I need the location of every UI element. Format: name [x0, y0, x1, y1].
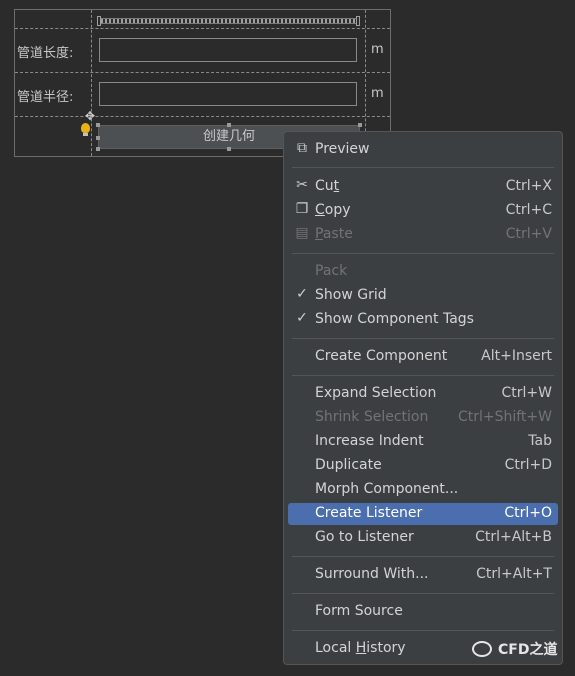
pipe-length-unit: m	[371, 42, 384, 57]
menu-item-duplicate[interactable]: Duplicate Ctrl+D	[288, 455, 558, 477]
menu-separator	[292, 630, 554, 631]
copy-icon: ❐	[295, 201, 309, 217]
scissors-icon: ✂	[296, 177, 308, 193]
pipe-length-label: 管道长度:	[17, 46, 74, 61]
pipe-length-field[interactable]	[99, 38, 357, 62]
menu-item-shrink-selection[interactable]: Shrink Selection Ctrl+Shift+W	[288, 407, 558, 429]
menu-item-surround-with[interactable]: Surround With... Ctrl+Alt+T	[288, 564, 558, 586]
checkmark-icon: ✓	[296, 310, 308, 326]
paste-icon: ▤	[295, 225, 309, 241]
preview-icon: ⧉	[297, 140, 307, 156]
selection-handle[interactable]	[96, 123, 100, 127]
checkmark-icon: ✓	[296, 286, 308, 302]
grid-row-line	[15, 28, 390, 29]
pipe-radius-label: 管道半径:	[17, 90, 74, 105]
selection-handle[interactable]	[227, 123, 231, 127]
menu-item-show-grid[interactable]: ✓ Show Grid	[288, 285, 558, 307]
menu-item-form-source[interactable]: Form Source	[288, 601, 558, 623]
menu-item-preview[interactable]: ⧉ Preview	[288, 139, 558, 161]
move-handle-icon[interactable]: ✥	[85, 109, 95, 123]
menu-separator	[292, 253, 554, 254]
menu-item-copy[interactable]: ❐ Copy Ctrl+C	[288, 200, 558, 222]
selection-handle[interactable]	[358, 123, 362, 127]
menu-item-create-listener[interactable]: Create Listener Ctrl+O	[288, 503, 558, 525]
menu-item-expand-selection[interactable]: Expand Selection Ctrl+W	[288, 383, 558, 405]
menu-item-create-component[interactable]: Create Component Alt+Insert	[288, 346, 558, 368]
lightbulb-icon[interactable]	[81, 123, 90, 136]
menu-item-show-component-tags[interactable]: ✓ Show Component Tags	[288, 309, 558, 331]
selection-handle[interactable]	[227, 147, 231, 151]
selection-handle[interactable]	[96, 136, 100, 140]
context-menu: ⧉ Preview ✂ Cut Ctrl+X ❐ Copy Ctrl+C ▤ P…	[283, 131, 563, 665]
grid-row-line	[15, 116, 390, 117]
menu-item-increase-indent[interactable]: Increase Indent Tab	[288, 431, 558, 453]
menu-separator	[292, 593, 554, 594]
menu-item-paste[interactable]: ▤ Paste Ctrl+V	[288, 224, 558, 246]
menu-separator	[292, 338, 554, 339]
menu-separator	[292, 167, 554, 168]
spacer-right-end	[356, 16, 360, 26]
selection-handle[interactable]	[96, 147, 100, 151]
menu-separator	[292, 556, 554, 557]
pipe-radius-unit: m	[371, 86, 384, 101]
menu-item-morph-component[interactable]: Morph Component...	[288, 479, 558, 501]
horizontal-spacer[interactable]	[101, 18, 356, 24]
menu-item-cut[interactable]: ✂ Cut Ctrl+X	[288, 176, 558, 198]
pipe-radius-field[interactable]	[99, 82, 357, 106]
menu-item-go-to-listener[interactable]: Go to Listener Ctrl+Alt+B	[288, 527, 558, 549]
wechat-icon	[472, 641, 492, 657]
grid-column-line	[91, 10, 92, 156]
grid-row-line	[15, 72, 390, 73]
watermark: CFD之道	[472, 639, 557, 659]
menu-separator	[292, 375, 554, 376]
menu-item-pack[interactable]: Pack	[288, 261, 558, 283]
